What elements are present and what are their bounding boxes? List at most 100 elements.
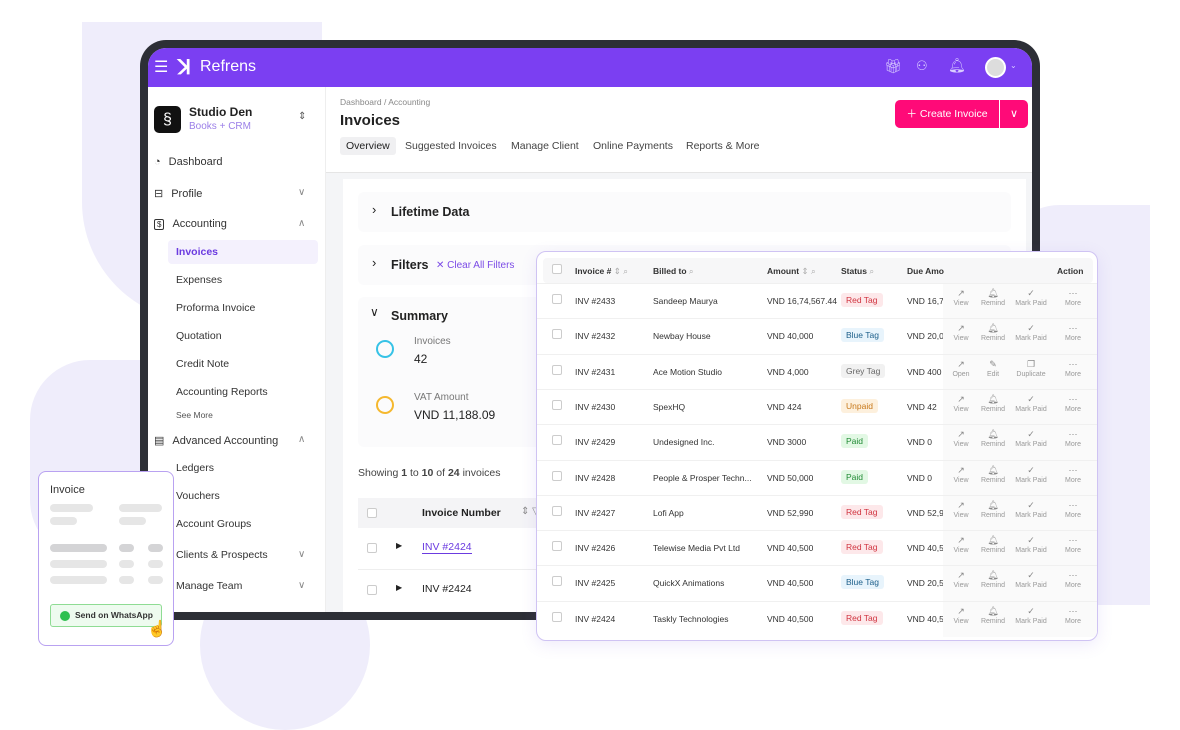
select-all-checkbox[interactable]	[367, 508, 377, 518]
chevron-up-icon[interactable]: ∧	[298, 218, 305, 229]
action-more[interactable]: ⋯ More	[1055, 465, 1091, 484]
table-row[interactable]: INV #2426 Telewise Media Pvt Ltd VND 40,…	[537, 530, 1097, 567]
action-mark-paid[interactable]: ✓ Mark Paid	[1013, 429, 1049, 448]
action-mark-paid[interactable]: ✓ Mark Paid	[1013, 323, 1049, 342]
tab-overview[interactable]: Overview	[340, 137, 396, 155]
table-row[interactable]: INV #2427 Lofi App VND 52,990 Red Tag VN…	[537, 494, 1097, 531]
column-header[interactable]: Invoice Number	[422, 507, 501, 519]
sidebar-item-advanced-accounting[interactable]: ▤ Advanced Accounting	[154, 434, 278, 448]
sidebar-item-profile[interactable]: ⊟ Profile	[154, 187, 202, 201]
table-row[interactable]: INV #2432 Newbay House VND 40,000 Blue T…	[537, 318, 1097, 355]
chevron-down-icon[interactable]: ∨	[298, 187, 305, 198]
sidebar-item-accounting-reports[interactable]: Accounting Reports	[176, 386, 268, 398]
row-checkbox[interactable]	[552, 364, 562, 375]
action-remind[interactable]: 🔔︎ Remind	[975, 465, 1011, 484]
sidebar-item-expenses[interactable]: Expenses	[176, 274, 222, 286]
sidebar-item-credit-note[interactable]: Credit Note	[176, 358, 229, 370]
row-checkbox[interactable]	[552, 399, 562, 410]
table-row[interactable]: INV #2424 Taskly Technologies VND 40,500…	[537, 600, 1097, 637]
row-checkbox[interactable]	[552, 576, 562, 587]
workspace-name[interactable]: Studio Den	[189, 105, 252, 119]
see-more-link[interactable]: See More	[176, 410, 213, 420]
row-checkbox[interactable]	[552, 541, 562, 552]
workspace-switch-icon[interactable]: ⇕	[298, 111, 306, 122]
chevron-down-icon[interactable]: ∨	[298, 549, 305, 560]
action-more[interactable]: ⋯ More	[1055, 394, 1091, 413]
action-view[interactable]: ↗ View	[943, 394, 979, 413]
invoice-link[interactable]: INV #2424	[422, 541, 472, 554]
action-mark-paid[interactable]: ✓ Mark Paid	[1013, 535, 1049, 554]
sidebar-item-dashboard[interactable]: ◔ Dashboard	[154, 156, 222, 168]
expand-icon[interactable]: ▶	[396, 541, 402, 550]
action-remind[interactable]: 🔔︎ Remind	[975, 323, 1011, 342]
action-remind[interactable]: 🔔︎ Remind	[975, 288, 1011, 307]
column-header[interactable]: Billed to ⌕	[653, 266, 694, 277]
sidebar-item-proforma[interactable]: Proforma Invoice	[176, 302, 255, 314]
action-mark-paid[interactable]: ✓ Mark Paid	[1013, 570, 1049, 589]
chevron-down-icon[interactable]: ∨	[298, 580, 305, 591]
action-view[interactable]: ↗ View	[943, 570, 979, 589]
action-view[interactable]: ↗ View	[943, 323, 979, 342]
action-view[interactable]: ↗ View	[943, 288, 979, 307]
row-checkbox[interactable]	[552, 611, 562, 622]
clear-filters-link[interactable]: ✕ Clear All Filters	[436, 260, 514, 271]
table-row[interactable]: INV #2425 QuickX Animations VND 40,500 B…	[537, 565, 1097, 602]
row-checkbox[interactable]	[552, 470, 562, 481]
action-mark-paid[interactable]: ✓ Mark Paid	[1013, 465, 1049, 484]
sidebar-item-manage-team[interactable]: Manage Team	[176, 580, 242, 592]
table-row[interactable]: INV #2429 Undesigned Inc. VND 3000 Paid …	[537, 424, 1097, 461]
action-more[interactable]: ⋯ More	[1055, 288, 1091, 307]
sidebar-item-vouchers[interactable]: Vouchers	[176, 490, 220, 502]
bell-icon[interactable]: 🔔︎	[948, 57, 966, 74]
invoice-number[interactable]: INV #2429	[575, 437, 615, 447]
select-all-checkbox[interactable]	[552, 264, 562, 274]
sidebar-item-clients[interactable]: Clients & Prospects	[176, 549, 268, 561]
column-header[interactable]: Invoice # ⇕ ⌕	[575, 266, 628, 277]
invoice-number[interactable]: INV #2428	[575, 473, 615, 483]
lifetime-data-section[interactable]: › Lifetime Data	[358, 192, 1011, 232]
action-open[interactable]: ↗ Open	[943, 359, 979, 378]
invoice-number[interactable]: INV #2425	[575, 578, 615, 588]
row-checkbox[interactable]	[367, 543, 377, 553]
action-remind[interactable]: 🔔︎ Remind	[975, 606, 1011, 625]
row-checkbox[interactable]	[367, 585, 377, 595]
action-view[interactable]: ↗ View	[943, 500, 979, 519]
action-view[interactable]: ↗ View	[943, 465, 979, 484]
tab-suggested-invoices[interactable]: Suggested Invoices	[399, 137, 503, 155]
invoice-number[interactable]: INV #2432	[575, 331, 615, 341]
action-more[interactable]: ⋯ More	[1055, 535, 1091, 554]
column-header[interactable]: Due Amo	[907, 266, 944, 276]
table-row[interactable]: INV #2433 Sandeep Maurya VND 16,74,567.4…	[537, 283, 1097, 319]
action-more[interactable]: ⋯ More	[1055, 323, 1091, 342]
column-header[interactable]: Amount ⇕ ⌕	[767, 266, 816, 277]
tab-manage-client[interactable]: Manage Client	[505, 137, 585, 155]
action-more[interactable]: ⋯ More	[1055, 429, 1091, 448]
sidebar-item-invoices[interactable]: Invoices	[176, 246, 218, 258]
action-mark-paid[interactable]: ✓ Mark Paid	[1013, 500, 1049, 519]
action-remind[interactable]: 🔔︎ Remind	[975, 570, 1011, 589]
breadcrumb[interactable]: Dashboard / Accounting	[340, 97, 430, 107]
sidebar-item-quotation[interactable]: Quotation	[176, 330, 222, 342]
team-icon[interactable]: ⚇	[916, 58, 928, 74]
row-checkbox[interactable]	[552, 329, 562, 340]
create-invoice-button[interactable]: ＋ Create Invoice	[895, 100, 999, 128]
create-invoice-dropdown[interactable]: ∨	[1000, 100, 1028, 128]
action-more[interactable]: ⋯ More	[1055, 359, 1091, 378]
invoice-number[interactable]: INV #2424	[575, 614, 615, 624]
brand-name[interactable]: Refrens	[200, 58, 256, 76]
table-row[interactable]: INV #2431 Ace Motion Studio VND 4,000 Gr…	[537, 353, 1097, 390]
gift-icon[interactable]: 🎁︎	[884, 58, 902, 75]
row-checkbox[interactable]	[552, 435, 562, 446]
action-view[interactable]: ↗ View	[943, 535, 979, 554]
tab-reports[interactable]: Reports & More	[680, 137, 766, 155]
action-remind[interactable]: 🔔︎ Remind	[975, 535, 1011, 554]
action-edit[interactable]: ✎ Edit	[975, 359, 1011, 378]
menu-icon[interactable]: ☰	[154, 57, 168, 77]
invoice-number[interactable]: INV #2426	[575, 543, 615, 553]
invoice-number[interactable]: INV #2433	[575, 296, 615, 306]
action-remind[interactable]: 🔔︎ Remind	[975, 429, 1011, 448]
invoice-number[interactable]: INV #2427	[575, 508, 615, 518]
chevron-down-icon[interactable]: ⌄	[1010, 61, 1017, 70]
chevron-down-icon[interactable]: ∨	[370, 305, 379, 319]
invoice-number[interactable]: INV #2430	[575, 402, 615, 412]
